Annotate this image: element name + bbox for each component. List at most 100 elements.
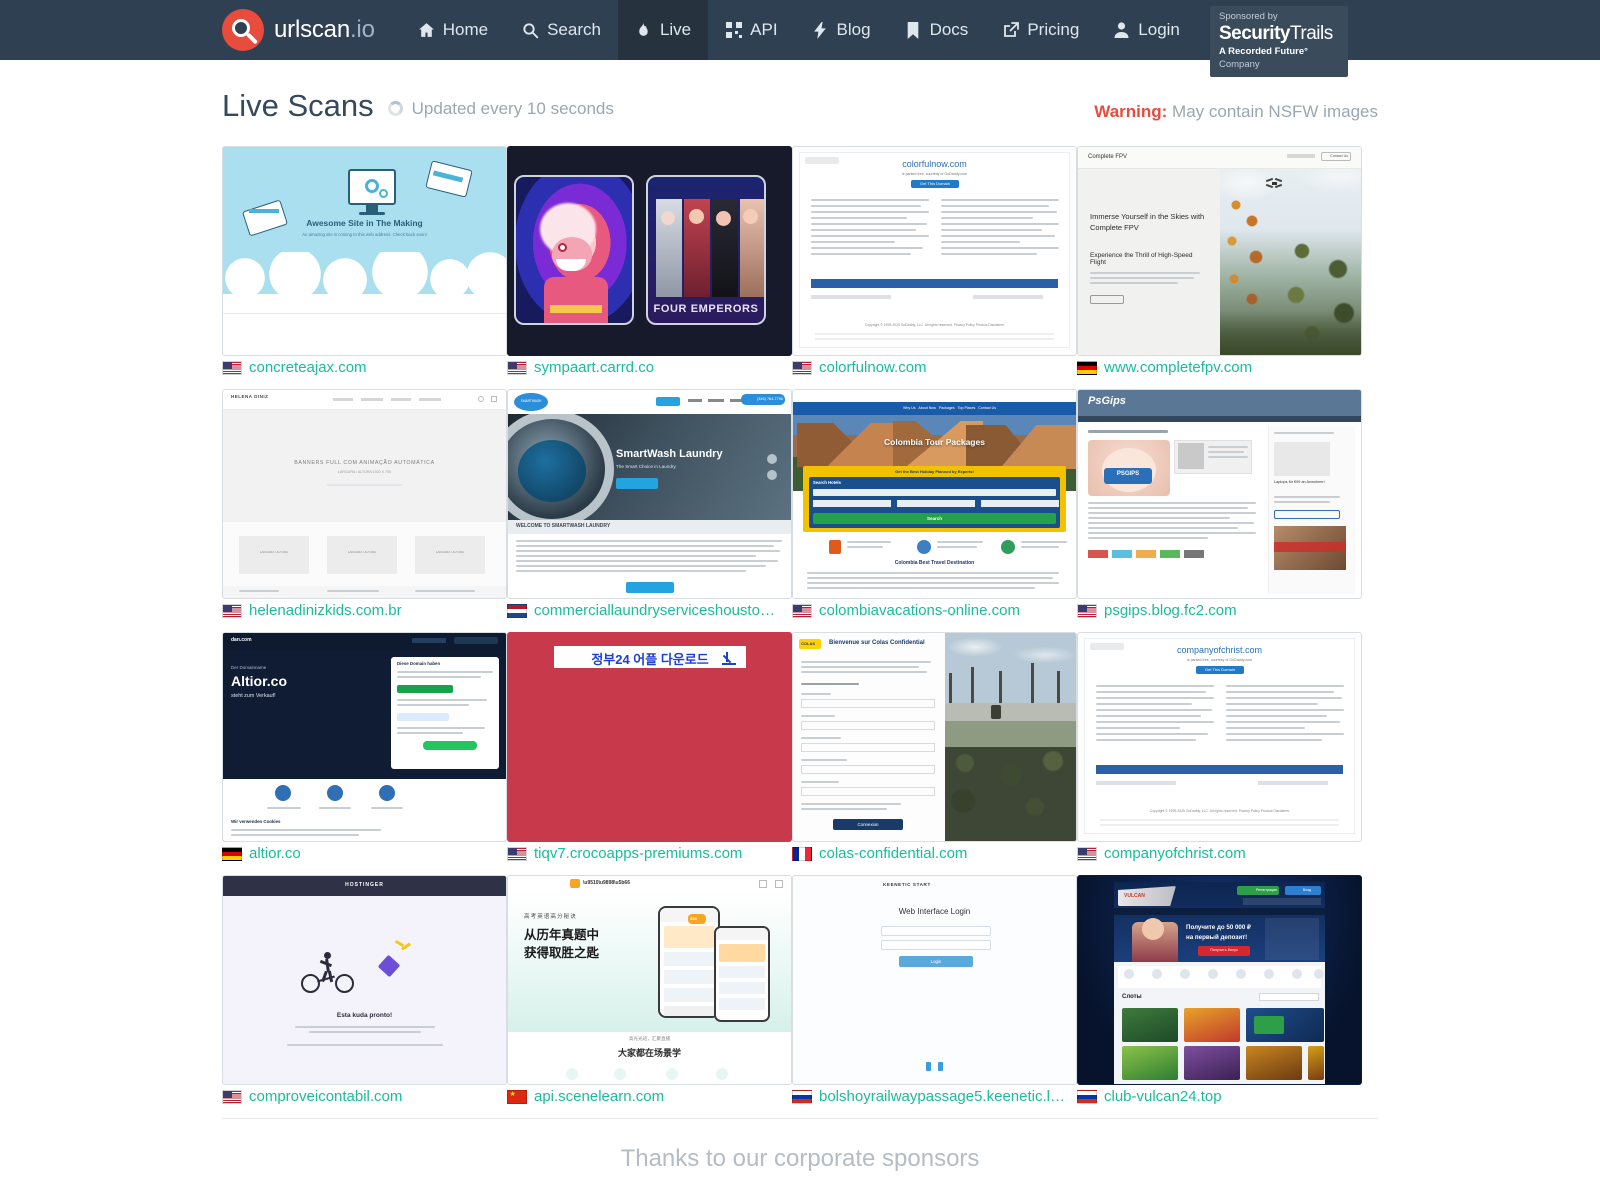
country-flag-icon [792,360,812,375]
thumb-helena-brand: HELENA DINIZ [231,394,269,399]
scan-domain-link[interactable]: commerciallaundryserviceshouston.co... [534,602,782,619]
country-flag-icon [792,846,812,861]
scan-thumbnail[interactable]: HELENA DINIZ BANNERS FULL COM ANIMAÇÃO A… [222,389,507,599]
scan-domain-link[interactable]: tiqv7.crocoapps-premiums.com [534,845,742,862]
scan-domain-link[interactable]: colombiavacations-online.com [819,602,1020,619]
scan-thumbnail[interactable]: KEENETIC START Web Interface Login Login [792,875,1077,1085]
thumb-casino-section: Слоты [1122,994,1142,1000]
brand-text: urlscan.io [274,16,375,44]
thumb-scenelearn-h2: 从历年真题中 [524,928,600,942]
sponsor-tagline-bold: A Recorded Future° [1219,46,1308,57]
brand-tld: .io [349,16,375,43]
thumb-godaddy-cta: Get This Domain [1205,667,1235,672]
nav-item-api[interactable]: API [708,0,794,60]
nav-label-search: Search [547,20,601,39]
scan-domain-link[interactable]: api.scenelearn.com [534,1088,664,1105]
nav-item-search[interactable]: Search [505,0,618,60]
thumb-godaddy-cta: Get This Domain [920,181,950,186]
scan-card: SMARTWASH (346) 764-7796 SmartWash Laund… [507,389,792,632]
scan-domain-link[interactable]: colas-confidential.com [819,845,967,862]
scan-label-row: altior.co [222,842,507,875]
nav-item-live[interactable]: Live [617,0,709,60]
scan-card: companyofchrist.com is parked free, cour… [1077,632,1362,875]
scan-card: KEENETIC START Web Interface Login Login… [792,875,1077,1118]
scan-domain-link[interactable]: altior.co [249,845,301,862]
thumb-dan-domain: Altior.co [231,673,288,689]
scan-thumbnail[interactable]: PsGips PSGIPS Laptops für €99 an Anwohne… [1077,389,1362,599]
country-flag-icon [507,603,527,618]
country-flag-icon [1077,360,1097,375]
thumb-keenetic-brand: KEENETIC START [883,882,931,887]
scan-card: Complete FPV Contact Us Immerse Yourself… [1077,146,1362,389]
nav-item-pricing[interactable]: Pricing [985,0,1096,60]
scan-domain-link[interactable]: comproveicontabil.com [249,1088,402,1105]
country-flag-icon [222,1089,242,1104]
scan-card: HOSTINGER Esta kuda pronto! comproveicon… [222,875,507,1118]
thumb-colombia-h1: Colombia Tour Packages [884,437,985,447]
scan-thumbnail[interactable]: companyofchrist.com is parked free, cour… [1077,632,1362,842]
bookmark-icon [905,21,922,39]
scan-domain-link[interactable]: helenadinizkids.com.br [249,602,402,619]
scan-label-row: bolshoyrailwaypassage5.keenetic.lin... [792,1085,1077,1118]
scan-thumbnail[interactable]: colorfulnow.com is parked free, courtesy… [792,146,1077,356]
scan-card: Why Us About Now Packages Top Places Con… [792,389,1077,632]
country-flag-icon [1077,846,1097,861]
thumb-colombia-btn: Search [926,515,942,521]
nav-item-login[interactable]: Login [1096,0,1197,60]
scan-thumbnail[interactable]: Complete FPV Contact Us Immerse Yourself… [1077,146,1362,356]
thumb-dan-box-title: Diese Domain haben [397,661,441,666]
scan-label-row: sympaart.carrd.co [507,356,792,389]
search-icon [522,22,539,39]
scan-thumbnail[interactable]: dan.com Der Domainname Altior.co steht z… [222,632,507,842]
scan-label-row: helenadinizkids.com.br [222,599,507,632]
country-flag-icon [222,603,242,618]
scan-domain-link[interactable]: companyofchrist.com [1104,845,1246,862]
thumb-colas-btn: Connexion [857,821,879,827]
thumb-smartwash-phone: (346) 764-7796 [757,396,783,401]
scan-thumbnail[interactable]: COLAS Bienvenue sur Colas Confidential C… [792,632,1077,842]
scan-thumbnail[interactable]: Awesome Site in The Making An amazing si… [222,146,507,356]
scan-card: Awesome Site in The Making An amazing si… [222,146,507,389]
scan-label-row: api.scenelearn.com [507,1085,792,1118]
scan-thumbnail[interactable]: VULCAN Регистрация Вход Получите до 50 0… [1077,875,1362,1085]
scan-card: VULCAN Регистрация Вход Получите до 50 0… [1077,875,1362,1118]
scan-domain-link[interactable]: www.completefpv.com [1104,359,1252,376]
thumb-smartwash-brand: SmartWash Laundry [616,448,723,460]
scan-domain-link[interactable]: concreteajax.com [249,359,367,376]
brand-logo-link[interactable]: urlscan.io [222,9,375,51]
sponsor-kicker: Sponsored by [1219,11,1278,22]
thumb-keenetic-title: Web Interface Login [898,907,971,916]
scan-domain-link[interactable]: bolshoyrailwaypassage5.keenetic.lin... [819,1088,1067,1105]
scan-thumbnail[interactable]: \u9510\u9898\u5b66 高考英语高分秘诀 从历年真题中 获得取胜之… [507,875,792,1085]
nsfw-warning-label: Warning: [1094,102,1168,121]
thumb-fpv-h2: Experience the Thrill of High-Speed Flig… [1090,252,1193,266]
nav-item-home[interactable]: Home [401,0,505,60]
scan-thumbnail[interactable]: FOUR EMPERORS [507,146,792,356]
page-header: Live Scans Updated every 10 seconds Warn… [222,60,1378,124]
scan-domain-link[interactable]: colorfulnow.com [819,359,927,376]
scan-domain-link[interactable]: sympaart.carrd.co [534,359,654,376]
thumb-godaddy-copy: Copyright © 1999-2025 GoDaddy, LLC. All … [1149,809,1290,813]
sponsor-brand-light: Trails [1289,23,1333,44]
thumb-dan-brand: dan.com [231,637,252,643]
country-flag-icon [507,846,527,861]
scan-domain-link[interactable]: club-vulcan24.top [1104,1088,1222,1105]
scan-card: dan.com Der Domainname Altior.co steht z… [222,632,507,875]
thumb-scenelearn-foot1: 高光光班，汇聚直播 [628,1036,671,1041]
country-flag-icon [507,360,527,375]
scan-thumbnail[interactable]: HOSTINGER Esta kuda pronto! [222,875,507,1085]
scan-label-row: commerciallaundryserviceshouston.co... [507,599,792,632]
nav-item-blog[interactable]: Blog [795,0,888,60]
thumb-colombia-h2: Colombia Best Travel Destination [894,560,975,566]
scan-card: HELENA DINIZ BANNERS FULL COM ANIMAÇÃO A… [222,389,507,632]
nav-label-docs: Docs [929,20,969,39]
scan-domain-link[interactable]: psgips.blog.fc2.com [1104,602,1237,619]
scan-thumbnail[interactable]: 정부24 어플 다운로드 [507,632,792,842]
nav-item-docs[interactable]: Docs [888,0,986,60]
scan-label-row: comproveicontabil.com [222,1085,507,1118]
scan-thumbnail[interactable]: SMARTWASH (346) 764-7796 SmartWash Laund… [507,389,792,599]
country-flag-icon [792,603,812,618]
thumb-parked-domain: colorfulnow.com [902,159,967,169]
scan-thumbnail[interactable]: Why Us About Now Packages Top Places Con… [792,389,1077,599]
nav-items: Home Search Live API Blog Docs Pricing L… [401,0,1197,60]
